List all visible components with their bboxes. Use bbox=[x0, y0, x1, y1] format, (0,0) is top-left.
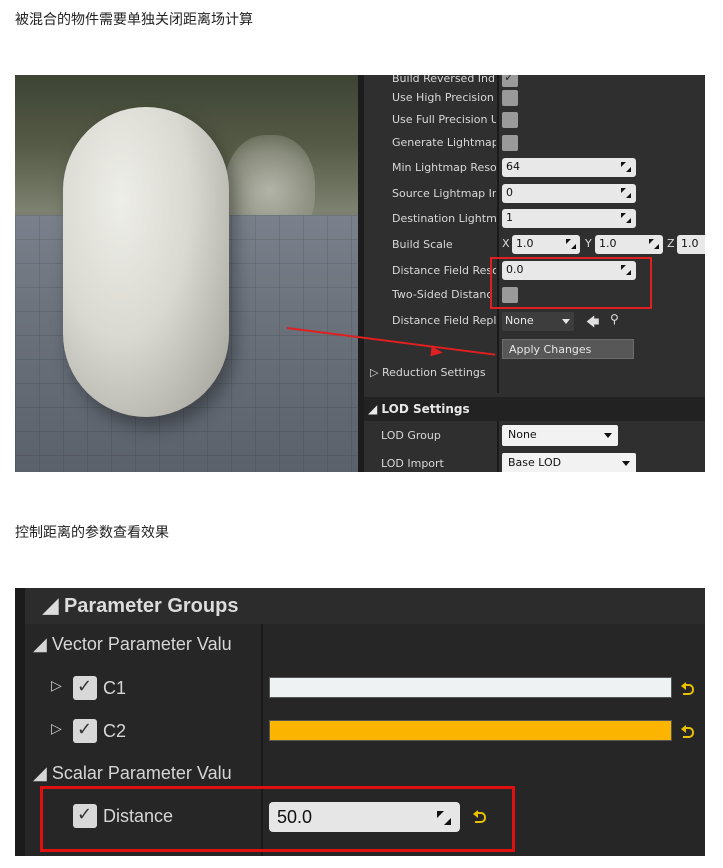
source-lightmap-field[interactable]: 0 bbox=[502, 184, 636, 203]
field-value: 1 bbox=[506, 211, 513, 224]
row-label: Build Scale bbox=[392, 238, 453, 251]
lod-import-label: LOD Import bbox=[381, 457, 444, 470]
row-label: Two-Sided Distanc bbox=[392, 288, 493, 301]
parameter-groups-header[interactable]: ◢ Parameter Groups bbox=[25, 588, 705, 624]
row-destination-lightmap: Destination Lightm 1 bbox=[364, 207, 705, 231]
min-lightmap-field[interactable]: 64 bbox=[502, 158, 636, 177]
use-selected-arrow-icon[interactable]: 🡄 bbox=[586, 313, 599, 335]
axis-y-label: Y bbox=[585, 237, 592, 250]
spin-icon[interactable] bbox=[620, 161, 632, 173]
section-title: Parameter Groups bbox=[63, 595, 239, 617]
viewport[interactable] bbox=[15, 75, 358, 472]
caption-second: 控制距离的参数查看效果 bbox=[15, 525, 169, 541]
apply-changes-button[interactable]: Apply Changes bbox=[502, 339, 634, 359]
spin-icon[interactable] bbox=[648, 238, 660, 250]
row-label: Use Full Precision U bbox=[392, 113, 496, 126]
row-source-lightmap: Source Lightmap In 0 bbox=[364, 182, 705, 206]
annotation-highlight-box bbox=[40, 786, 515, 852]
row-label: Source Lightmap In bbox=[392, 187, 496, 200]
row-full-precision: Use Full Precision U bbox=[364, 108, 705, 132]
section-label: Reduction Settings bbox=[381, 366, 486, 379]
reduction-settings-section[interactable]: ▷ Reduction Settings bbox=[370, 366, 486, 379]
expand-triangle-icon[interactable]: ▷ bbox=[51, 721, 62, 737]
c2-color-swatch[interactable] bbox=[269, 720, 672, 741]
reset-to-default-icon[interactable] bbox=[681, 682, 695, 696]
row-label: Distance Field Reso bbox=[392, 264, 496, 277]
collapse-triangle-icon: ◢ bbox=[43, 595, 64, 617]
row-label: Distance Field Repl bbox=[392, 314, 496, 327]
build-scale-z[interactable]: 1.0 bbox=[677, 235, 705, 254]
caption-first: 被混合的物件需要单独关闭距离场计算 bbox=[15, 12, 253, 28]
full-precision-checkbox[interactable] bbox=[502, 112, 518, 128]
scalar-parameter-group[interactable]: ◢ Scalar Parameter Valu bbox=[33, 763, 232, 784]
column-divider bbox=[497, 421, 499, 472]
row-label: Destination Lightm bbox=[392, 212, 496, 225]
build-scale-x[interactable]: 1.0 bbox=[512, 235, 580, 254]
axis-z-label: Z bbox=[667, 237, 675, 250]
row-label: Generate Lightmap bbox=[392, 136, 496, 149]
spin-icon[interactable] bbox=[565, 238, 577, 250]
collapse-triangle-icon: ◢ bbox=[368, 402, 382, 416]
spin-icon[interactable] bbox=[620, 212, 632, 224]
row-label: Build Reversed Ind bbox=[392, 75, 496, 85]
lod-group-label: LOD Group bbox=[381, 429, 441, 442]
c2-checkbox[interactable] bbox=[73, 719, 97, 743]
capsule-mesh bbox=[63, 107, 229, 417]
chevron-down-icon bbox=[604, 433, 612, 438]
c1-checkbox[interactable] bbox=[73, 676, 97, 700]
row-build-scale: Build Scale X 1.0 Y 1.0 Z 1.0 bbox=[364, 233, 705, 257]
row-label: Use High Precision bbox=[392, 91, 494, 104]
reset-to-default-icon[interactable] bbox=[681, 725, 695, 739]
row-generate-lightmap: Generate Lightmap bbox=[364, 131, 705, 155]
spin-icon[interactable] bbox=[620, 187, 632, 199]
field-value: 1.0 bbox=[599, 237, 617, 250]
expand-triangle-icon: ▷ bbox=[370, 366, 382, 379]
dropdown-value: None bbox=[505, 314, 534, 327]
field-value: 64 bbox=[506, 160, 520, 173]
group-label: Scalar Parameter Valu bbox=[51, 763, 232, 783]
c2-label: C2 bbox=[103, 721, 127, 741]
c1-label: C1 bbox=[103, 678, 127, 698]
row-min-lightmap: Min Lightmap Reso 64 bbox=[364, 156, 705, 180]
row-label: Min Lightmap Reso bbox=[392, 161, 496, 174]
destination-lightmap-field[interactable]: 1 bbox=[502, 209, 636, 228]
dropdown-value: None bbox=[508, 428, 537, 441]
collapse-triangle-icon: ◢ bbox=[33, 634, 52, 654]
section-title: LOD Settings bbox=[381, 402, 470, 416]
lod-settings-header[interactable]: ◢ LOD Settings bbox=[364, 397, 705, 421]
field-value: 0 bbox=[506, 186, 513, 199]
row-high-precision: Use High Precision bbox=[364, 86, 705, 110]
column-divider bbox=[497, 359, 499, 393]
lod-import-dropdown[interactable]: Base LOD bbox=[502, 453, 636, 472]
annotation-arrow-head bbox=[430, 346, 444, 358]
mesh-details-screenshot: Build Reversed Ind Use High Precision Us… bbox=[15, 75, 705, 472]
browse-search-icon[interactable]: ⚲ bbox=[610, 312, 619, 326]
distance-field-replacement-dropdown[interactable]: None bbox=[502, 312, 574, 331]
vector-parameter-group[interactable]: ◢ Vector Parameter Valu bbox=[33, 634, 232, 655]
dropdown-value: Base LOD bbox=[508, 456, 562, 469]
lod-group-dropdown[interactable]: None bbox=[502, 425, 618, 446]
build-scale-y[interactable]: 1.0 bbox=[595, 235, 663, 254]
c1-color-swatch[interactable] bbox=[269, 677, 672, 698]
chevron-down-icon bbox=[562, 319, 570, 324]
group-label: Vector Parameter Valu bbox=[51, 634, 232, 654]
generate-lightmap-checkbox[interactable] bbox=[502, 135, 518, 151]
expand-triangle-icon[interactable]: ▷ bbox=[51, 678, 62, 694]
collapse-triangle-icon: ◢ bbox=[33, 763, 52, 783]
field-value: 1.0 bbox=[516, 237, 534, 250]
annotation-highlight-box bbox=[490, 257, 652, 309]
row-distance-field-replacement: Distance Field Repl None 🡄 ⚲ bbox=[364, 309, 705, 333]
chevron-down-icon bbox=[622, 461, 630, 466]
panel-edge bbox=[15, 588, 25, 856]
field-value: 1.0 bbox=[681, 237, 699, 250]
high-precision-checkbox[interactable] bbox=[502, 90, 518, 106]
axis-x-label: X bbox=[502, 237, 510, 250]
